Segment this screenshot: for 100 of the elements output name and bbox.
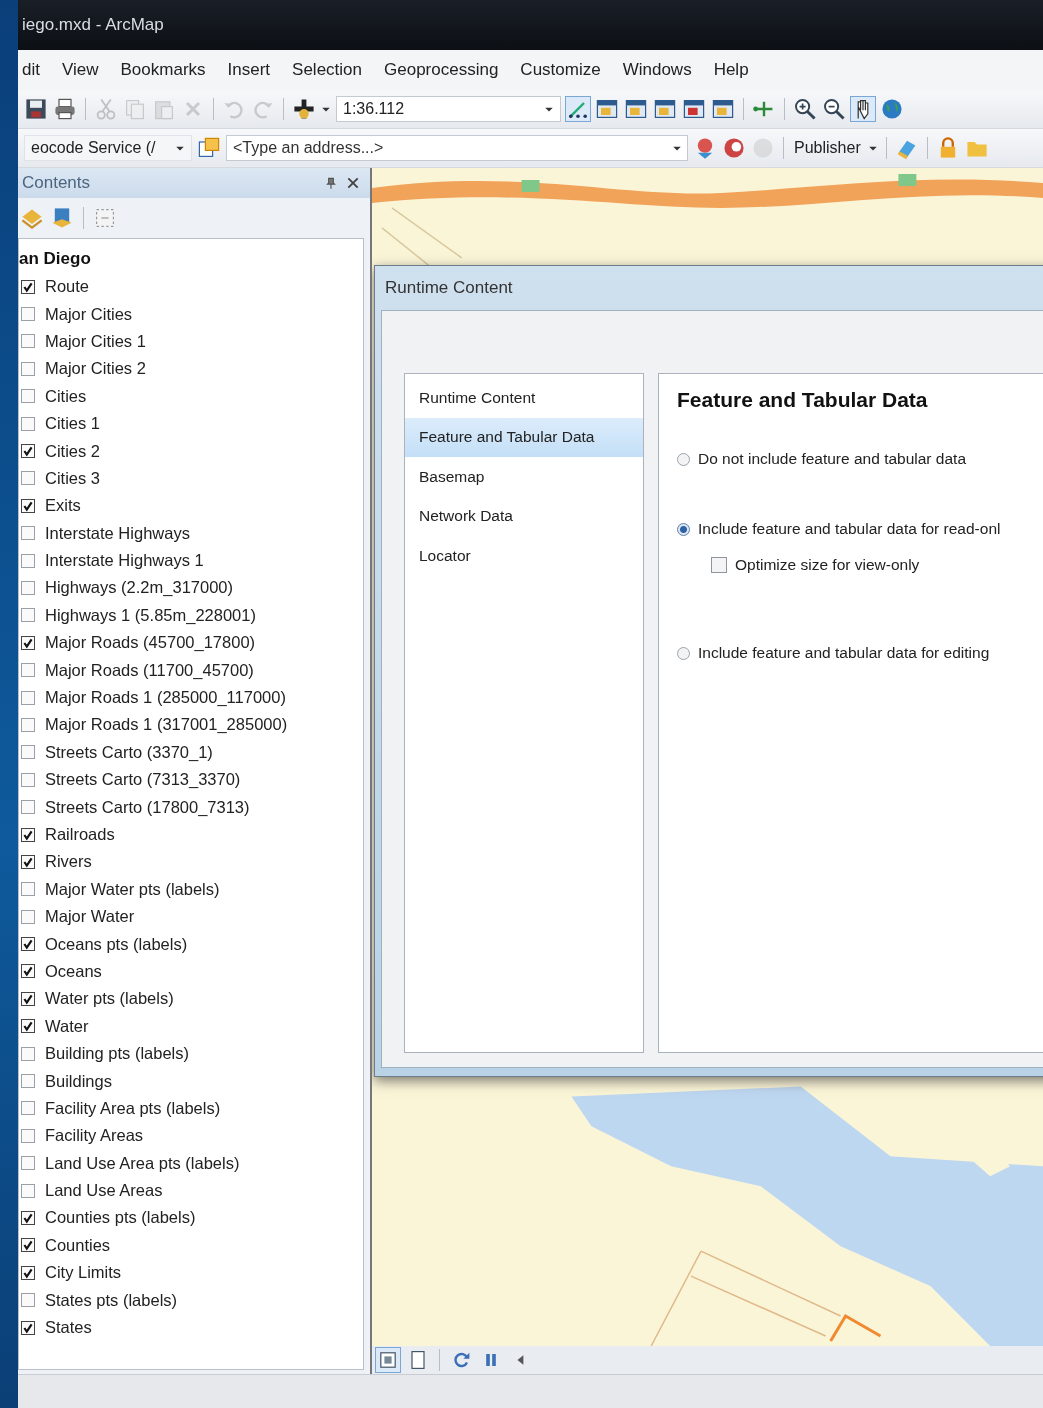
layer-name[interactable]: Major Roads 1 (285000_117000) (45, 688, 286, 708)
window-icon[interactable] (711, 97, 735, 121)
layer-name[interactable]: Major Water (45, 907, 135, 927)
menu-item[interactable]: dit (18, 60, 52, 80)
menu-item[interactable]: Insert (223, 60, 283, 80)
layer-name[interactable]: Major Roads (45700_17800) (45, 633, 256, 653)
data-view-icon[interactable] (376, 1348, 400, 1372)
layer-checkbox[interactable] (21, 444, 35, 459)
layer-name[interactable]: Rivers (45, 852, 92, 872)
layer-name[interactable]: Interstate Highways (45, 523, 190, 543)
layer-name[interactable]: Streets Carto (17800_7313) (45, 797, 250, 817)
layer-name[interactable]: Counties pts (labels) (45, 1208, 196, 1228)
layer-name[interactable]: Major Water pts (labels) (45, 879, 220, 899)
layer-name[interactable]: Exits (45, 496, 81, 516)
layer-name[interactable]: States pts (labels) (45, 1290, 178, 1310)
layer-checkbox[interactable] (21, 581, 35, 595)
layer-name[interactable]: Oceans pts (labels) (45, 934, 188, 954)
layer-checkbox[interactable] (21, 1320, 35, 1335)
zoom-out-icon[interactable] (822, 97, 846, 121)
layer-name[interactable]: Major Roads (11700_45700) (45, 660, 254, 680)
close-icon[interactable] (346, 176, 360, 190)
print-icon[interactable] (53, 97, 77, 121)
layer-checkbox[interactable] (21, 1183, 35, 1198)
layer-name[interactable]: Building pts (labels) (45, 1044, 189, 1064)
option-label[interactable]: Do not include feature and tabular data (698, 450, 966, 468)
menu-item[interactable]: Windows (618, 60, 704, 80)
layer-checkbox[interactable] (21, 553, 35, 568)
options-icon[interactable] (93, 206, 117, 230)
checkbox-label[interactable]: Optimize size for view-only (735, 556, 920, 574)
layer-checkbox[interactable] (21, 498, 35, 513)
radio-button[interactable] (677, 522, 690, 536)
layer-name[interactable]: Facility Area pts (labels) (45, 1098, 221, 1118)
option-label[interactable]: Include feature and tabular data for read-onl (698, 520, 1001, 538)
layer-checkbox[interactable] (21, 800, 35, 815)
layer-name[interactable]: Railroads (45, 825, 115, 844)
layer-name[interactable]: States (45, 1318, 92, 1338)
layer-checkbox[interactable] (21, 608, 35, 623)
layer-checkbox[interactable] (21, 635, 35, 650)
layer-checkbox[interactable] (21, 1128, 35, 1143)
layer-name[interactable]: Highways 1 (5.85m_228001) (45, 605, 256, 625)
layer-checkbox[interactable] (21, 854, 35, 869)
window-icon[interactable] (682, 97, 706, 121)
layer-checkbox[interactable] (21, 882, 35, 897)
layer-checkbox[interactable] (21, 964, 35, 979)
layer-checkbox[interactable] (21, 909, 35, 924)
window-icon[interactable] (653, 97, 677, 121)
page-list-item[interactable]: Feature and Tabular Data (405, 417, 643, 457)
layer-checkbox[interactable] (21, 1293, 35, 1308)
radio-button[interactable] (677, 646, 690, 660)
layer-checkbox[interactable] (21, 1019, 35, 1034)
layer-checkbox[interactable] (21, 991, 35, 1006)
layer-name[interactable]: City Limits (45, 1263, 122, 1283)
layer-checkbox[interactable] (21, 663, 35, 678)
layer-name[interactable]: Interstate Highways 1 (45, 551, 204, 571)
layer-name[interactable]: Cities (45, 386, 87, 406)
layer-checkbox[interactable] (21, 937, 35, 952)
geocode-manager-icon[interactable] (197, 136, 221, 160)
layer-checkbox[interactable] (21, 1101, 35, 1116)
layer-name[interactable]: Streets Carto (3370_1) (45, 742, 213, 762)
layer-name[interactable]: Major Roads 1 (317001_285000) (45, 715, 288, 735)
layer-name[interactable]: Water (45, 1016, 89, 1036)
layer-checkbox[interactable] (21, 1238, 35, 1253)
menu-item[interactable]: Help (709, 60, 761, 80)
save-icon[interactable] (24, 97, 48, 121)
address-field[interactable]: <Type an address...> (226, 135, 688, 161)
page-list-item[interactable]: Basemap (405, 457, 643, 497)
checkbox[interactable] (711, 557, 727, 573)
layer-name[interactable]: Facility Areas (45, 1126, 144, 1146)
layer-name[interactable]: Land Use Area pts (labels) (45, 1153, 240, 1173)
radio-button[interactable] (677, 452, 690, 466)
page-list-item[interactable]: Runtime Content (405, 378, 643, 418)
layer-checkbox[interactable] (21, 416, 35, 431)
layer-name[interactable]: Highways (2.2m_317000) (45, 578, 234, 598)
layer-name[interactable]: Major Cities 1 (45, 331, 146, 351)
layer-checkbox[interactable] (21, 1210, 35, 1225)
layer-checkbox[interactable] (21, 307, 35, 322)
pin-icon[interactable] (324, 176, 338, 190)
menu-item[interactable]: Geoprocessing (380, 60, 511, 80)
layer-checkbox[interactable] (21, 690, 35, 705)
layer-name[interactable]: Major Cities (45, 304, 133, 324)
page-list-item[interactable]: Network Data (405, 496, 643, 536)
layer-checkbox[interactable] (21, 717, 35, 732)
layer-name[interactable]: Counties (45, 1235, 111, 1255)
scale-field[interactable]: 1:36.112 (336, 96, 561, 122)
add-data-icon[interactable] (292, 97, 316, 121)
layer-name[interactable]: Cities 2 (45, 441, 101, 461)
layer-checkbox[interactable] (21, 1265, 35, 1280)
layer-checkbox[interactable] (21, 1046, 35, 1061)
layer-name[interactable]: Water pts (labels) (45, 989, 174, 1009)
layer-checkbox[interactable] (21, 389, 35, 404)
layer-name[interactable]: Major Cities 2 (45, 359, 146, 379)
layer-checkbox[interactable] (21, 334, 35, 349)
menu-item[interactable]: Customize (516, 60, 613, 80)
window-icon[interactable] (624, 97, 648, 121)
layer-name[interactable]: Cities 3 (45, 468, 101, 488)
layer-checkbox[interactable] (21, 772, 35, 787)
layer-checkbox[interactable] (21, 1156, 35, 1171)
layer-checkbox[interactable] (21, 745, 35, 760)
map-frame-item[interactable]: an Diego (19, 245, 363, 273)
layer-checkbox[interactable] (21, 827, 35, 842)
